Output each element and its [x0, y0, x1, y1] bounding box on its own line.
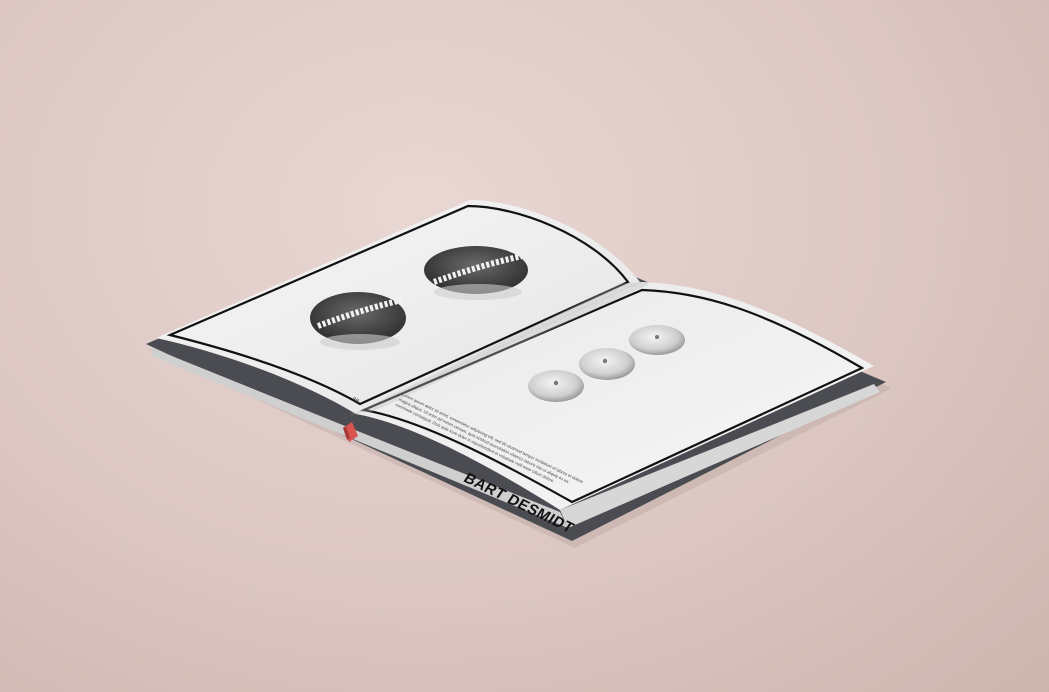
cookie-1	[528, 370, 584, 402]
book-mockup-scene: 88 Lorem ipsum dolor sit amet, consectet…	[0, 0, 1049, 692]
cookie-2	[579, 348, 635, 380]
cookie-3	[629, 325, 685, 355]
book-illustration	[146, 200, 892, 548]
